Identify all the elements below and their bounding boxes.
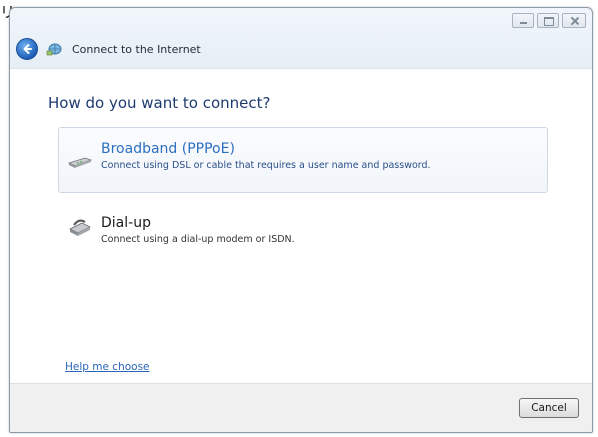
broadband-modem-icon [67,157,93,168]
dialup-title: Dial-up [101,215,151,231]
page-heading: How do you want to connect? [48,94,271,112]
screen: リッ Connect to the Internet How do you wa… [0,0,598,437]
close-button[interactable] [562,13,586,28]
wizard-window: Connect to the Internet How do you want … [9,7,593,433]
help-me-choose-link[interactable]: Help me choose [65,361,150,373]
dialup-modem-icon [69,219,91,236]
navigation-bar: Connect to the Internet [16,36,201,62]
wizard-footer: Cancel [10,383,592,432]
wizard-content: How do you want to connect? Broadband (P… [10,68,592,383]
minimize-button[interactable] [512,13,534,28]
window-controls [512,13,586,28]
broadband-title: Broadband (PPPoE) [101,141,235,157]
cancel-button[interactable]: Cancel [519,398,579,418]
back-arrow-icon [23,44,32,54]
back-button[interactable] [16,38,38,60]
broadband-description: Connect using DSL or cable that requires… [101,160,431,171]
maximize-button[interactable] [537,13,559,28]
dialup-description: Connect using a dial-up modem or ISDN. [101,234,295,245]
network-globe-icon [46,43,62,56]
dialup-option[interactable]: Dial-up Connect using a dial-up modem or… [58,204,548,256]
window-title: Connect to the Internet [72,42,201,56]
broadband-option[interactable]: Broadband (PPPoE) Connect using DSL or c… [58,127,548,193]
